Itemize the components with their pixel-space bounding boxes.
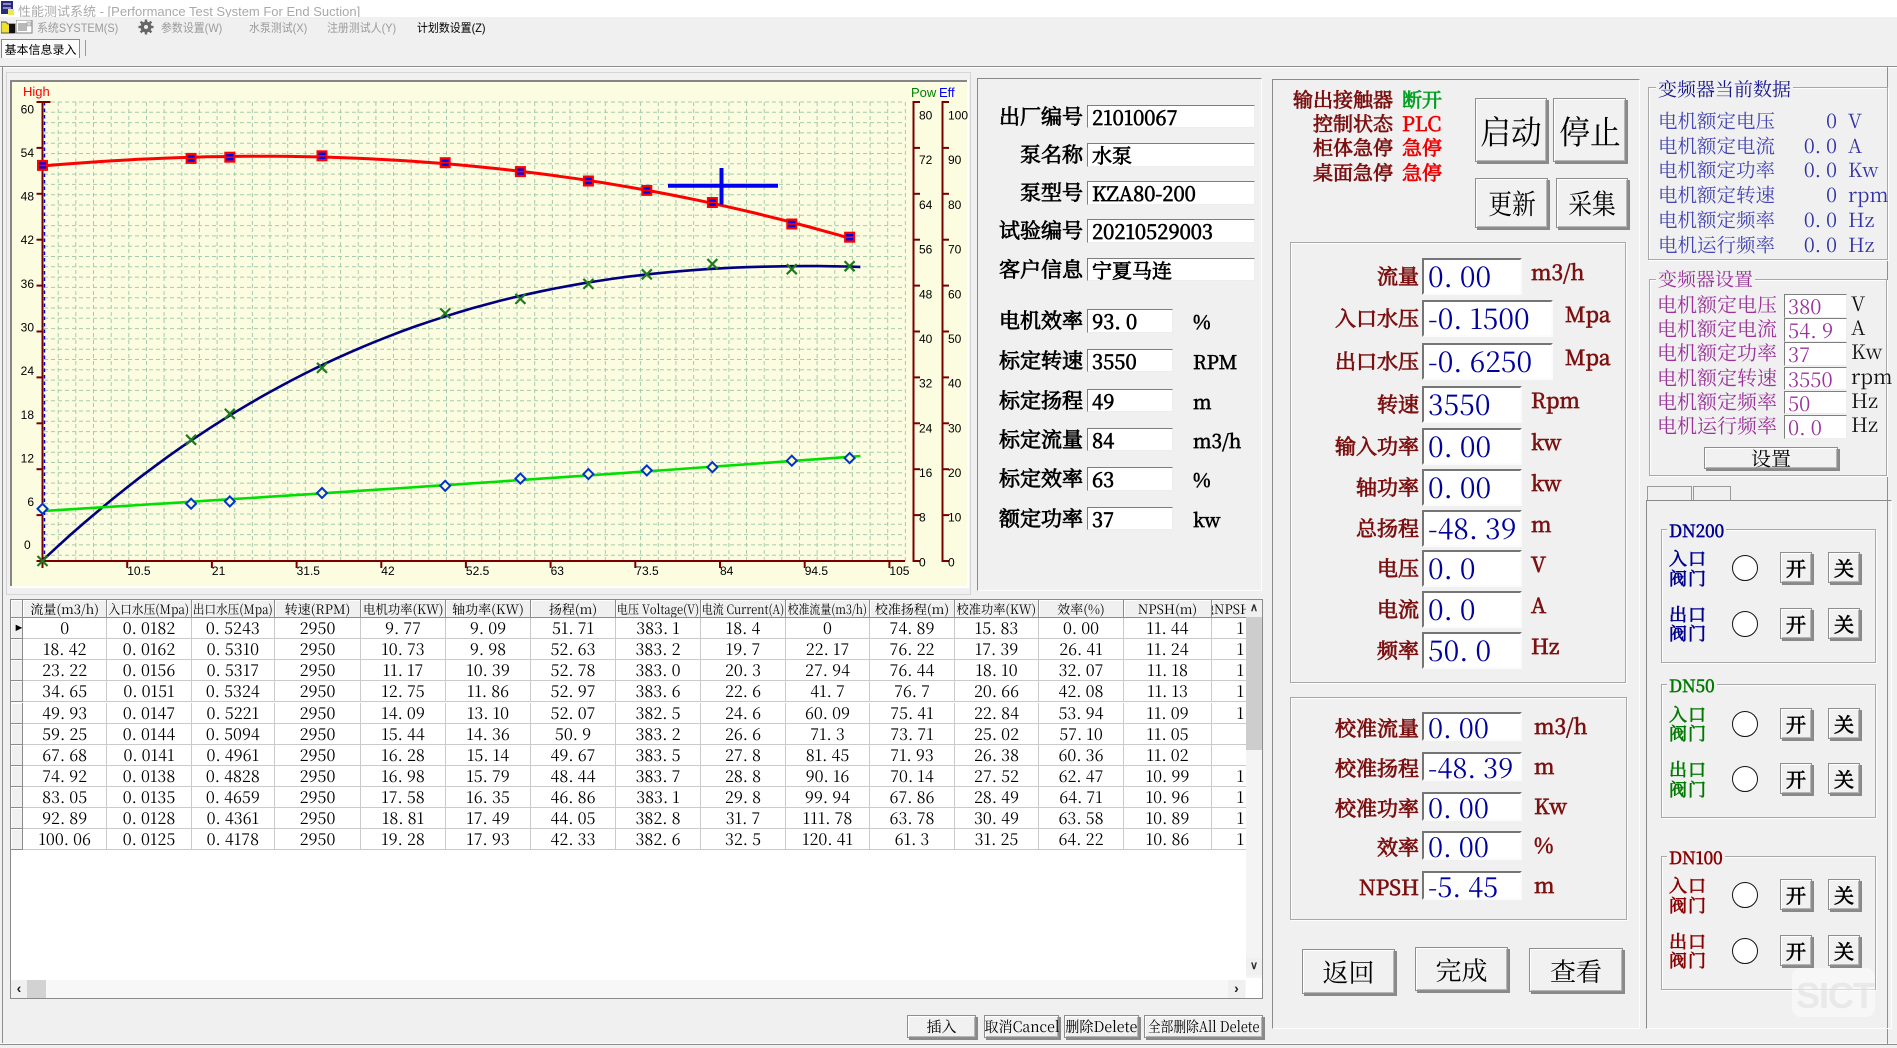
svg-text:42: 42	[21, 233, 35, 247]
svg-text:32: 32	[919, 377, 933, 391]
svg-text:31.5: 31.5	[297, 564, 321, 578]
svg-text:50: 50	[948, 332, 962, 346]
svg-text:6: 6	[27, 495, 34, 509]
svg-text:18: 18	[21, 408, 35, 422]
svg-text:54: 54	[21, 146, 35, 160]
svg-text:12: 12	[21, 452, 35, 466]
svg-text:40: 40	[948, 377, 962, 391]
svg-text:73.5: 73.5	[635, 564, 659, 578]
svg-text:Eff: Eff	[939, 85, 955, 100]
svg-text:0: 0	[24, 538, 31, 552]
svg-text:0: 0	[948, 555, 955, 569]
svg-text:80: 80	[948, 198, 962, 212]
svg-text:94.5: 94.5	[805, 564, 829, 578]
svg-text:16: 16	[919, 466, 933, 480]
svg-text:63: 63	[551, 564, 565, 578]
svg-text:105: 105	[889, 564, 909, 578]
svg-text:48: 48	[21, 190, 35, 204]
svg-text:21: 21	[212, 564, 226, 578]
svg-text:60: 60	[21, 102, 35, 116]
svg-text:42: 42	[381, 564, 395, 578]
svg-text:48: 48	[919, 287, 933, 301]
svg-text:70: 70	[948, 243, 962, 257]
svg-text:20: 20	[948, 466, 962, 480]
svg-text:100: 100	[948, 109, 968, 123]
svg-text:90: 90	[948, 153, 962, 167]
svg-text:40: 40	[919, 332, 933, 346]
svg-text:56: 56	[919, 243, 933, 257]
svg-text:30: 30	[948, 421, 962, 435]
svg-text:36: 36	[21, 277, 35, 291]
svg-text:10.5: 10.5	[127, 564, 151, 578]
svg-text:30: 30	[21, 321, 35, 335]
svg-text:52.5: 52.5	[466, 564, 490, 578]
svg-text:High: High	[23, 84, 50, 99]
svg-text:0: 0	[919, 555, 926, 569]
svg-text:24: 24	[21, 364, 35, 378]
svg-text:72: 72	[919, 153, 933, 167]
svg-text:24: 24	[919, 421, 933, 435]
svg-text:60: 60	[948, 287, 962, 301]
svg-text:84: 84	[720, 564, 734, 578]
svg-text:80: 80	[919, 109, 933, 123]
svg-text:10: 10	[948, 511, 962, 525]
svg-text:64: 64	[919, 198, 933, 212]
svg-text:8: 8	[919, 511, 926, 525]
svg-text:Pow: Pow	[911, 85, 937, 100]
